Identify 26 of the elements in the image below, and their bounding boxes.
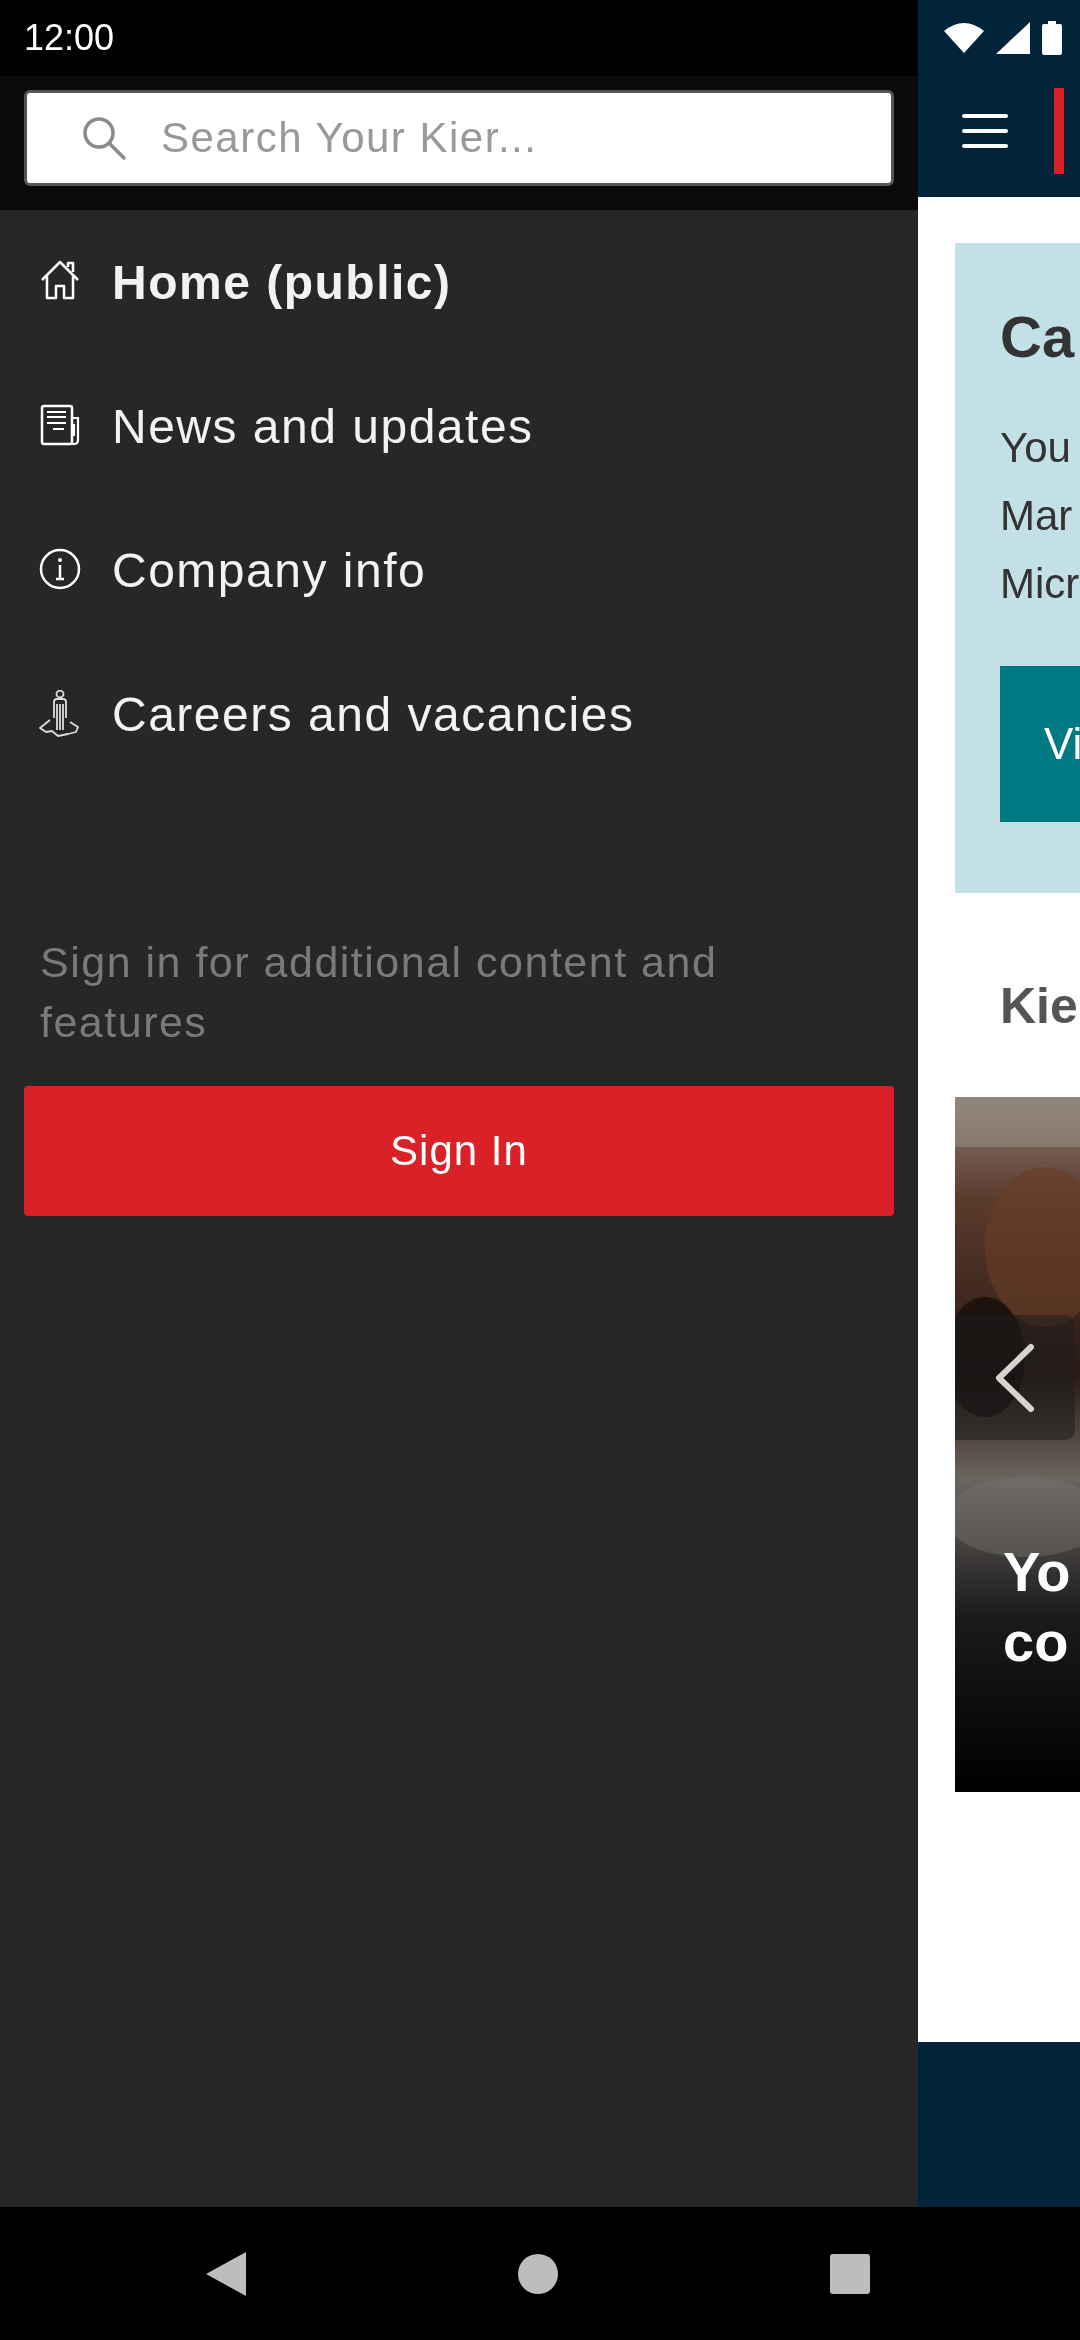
back-icon[interactable] [206, 2251, 246, 2296]
card-text: You [1000, 423, 1072, 473]
person-icon [38, 690, 82, 738]
signal-icon [996, 22, 1030, 54]
slide-caption: Yo [1003, 1539, 1071, 1605]
wifi-icon [944, 23, 984, 53]
sign-in-button[interactable]: Sign In [24, 1086, 894, 1216]
sign-in-prompt: Sign in for additional content and features [40, 937, 719, 1048]
battery-icon [1042, 21, 1062, 55]
previous-button[interactable] [955, 1315, 1075, 1440]
section-title: Kie [1000, 977, 1079, 1036]
status-time: 12:00 [24, 17, 115, 59]
search-field[interactable]: Search Your Kier... [24, 90, 894, 186]
card-button[interactable]: Vi [1000, 666, 1080, 822]
card-text: Mar [1000, 491, 1074, 541]
menu-item[interactable]: Company info [0, 498, 918, 642]
chevron-left-icon [995, 1342, 1035, 1413]
menu-item[interactable]: Careers and vacancies [0, 642, 918, 786]
recents-icon[interactable] [830, 2253, 870, 2294]
menu-icon[interactable] [962, 113, 1008, 148]
card-title: Ca [1000, 303, 1076, 370]
menu-item[interactable]: Home (public) [0, 210, 918, 354]
home-icon[interactable] [518, 2253, 558, 2294]
menu-item[interactable]: News and updates [0, 354, 918, 498]
slide-caption: co [1003, 1609, 1070, 1675]
card-text: Micr [1000, 559, 1080, 609]
